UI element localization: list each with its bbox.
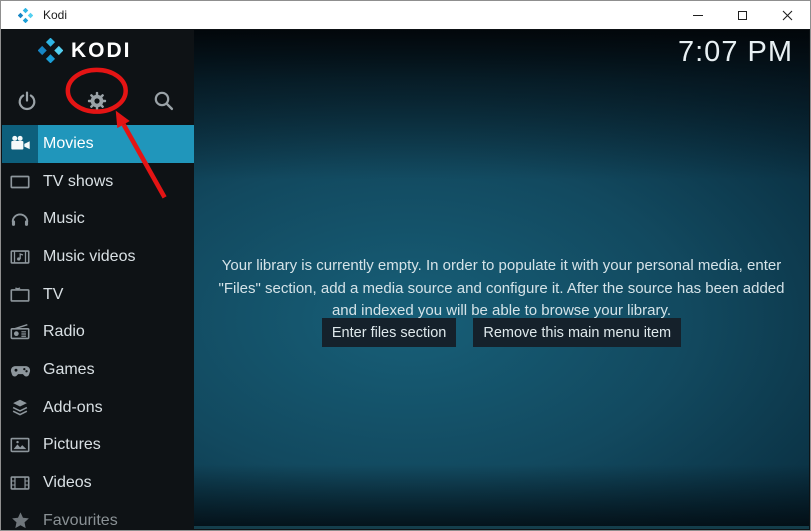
clock: 7:07 PM — [678, 36, 793, 68]
enter-files-section-button[interactable]: Enter files section — [321, 318, 457, 347]
message-line: "Files" section, add a media source and … — [218, 279, 785, 297]
window-title: Kodi — [43, 8, 68, 22]
minimize-button[interactable] — [675, 1, 720, 29]
remove-menu-item-button[interactable]: Remove this main menu item — [473, 318, 682, 347]
sidebar-item-add-ons[interactable]: Add-ons — [2, 389, 194, 427]
kodi-logo-icon — [18, 7, 33, 23]
sidebar-item-label: TV — [43, 285, 64, 303]
sidebar-item-label: Videos — [43, 474, 92, 492]
music-film-icon — [2, 238, 38, 276]
package-icon — [2, 389, 38, 427]
tv-icon — [2, 276, 38, 314]
sidebar-item-movies[interactable]: Movies — [2, 125, 194, 163]
sidebar-item-favourites[interactable]: Favourites — [2, 502, 194, 529]
sidebar-item-label: TV shows — [43, 172, 114, 190]
sidebar-item-tv[interactable]: TV — [2, 276, 194, 314]
sidebar-item-label: Favourites — [43, 511, 118, 529]
power-icon — [18, 90, 36, 110]
bottom-fade-strip — [194, 526, 809, 529]
sidebar-item-label: Games — [43, 360, 95, 378]
close-icon — [782, 10, 793, 20]
sidebar-item-tv-shows[interactable]: TV shows — [2, 163, 194, 201]
search-button[interactable] — [152, 89, 176, 113]
headphones-icon — [2, 200, 38, 238]
sidebar-item-videos[interactable]: Videos — [2, 464, 194, 502]
radio-icon — [2, 313, 38, 351]
monitor-icon — [2, 163, 38, 201]
gamepad-icon — [2, 351, 38, 389]
message-line: Your library is currently empty. In orde… — [221, 257, 782, 274]
sidebar-item-label: Radio — [43, 323, 85, 341]
close-button[interactable] — [765, 1, 810, 29]
empty-library-message: Your library is currently empty. In orde… — [194, 255, 809, 323]
star-icon — [2, 502, 38, 529]
sidebar-item-label: Music — [43, 210, 85, 228]
quick-actions-bar — [2, 76, 194, 125]
sidebar-item-label: Add-ons — [43, 398, 103, 416]
app-area: KODI Movies TV shows Music Music videos … — [2, 30, 809, 529]
kodi-brand-text: KODI — [71, 38, 132, 62]
window-controls — [675, 1, 810, 29]
gear-icon — [87, 91, 107, 110]
search-icon — [154, 91, 174, 110]
sidebar: KODI Movies TV shows Music Music videos … — [2, 30, 194, 529]
sidebar-item-pictures[interactable]: Pictures — [2, 427, 194, 465]
sidebar-item-radio[interactable]: Radio — [2, 313, 194, 351]
picture-icon — [2, 427, 38, 465]
titlebar: Kodi — [1, 1, 810, 29]
kodi-window: Kodi KODI Movies TV shows Music Music vi… — [0, 0, 811, 531]
main-menu: Movies TV shows Music Music videos TV Ra… — [2, 125, 194, 529]
content-area: 7:07 PM Your library is currently empty.… — [194, 30, 809, 529]
sidebar-item-music-videos[interactable]: Music videos — [2, 238, 194, 276]
sidebar-item-games[interactable]: Games — [2, 351, 194, 389]
maximize-icon — [738, 10, 747, 20]
minimize-icon — [692, 14, 703, 16]
power-button[interactable] — [16, 89, 39, 112]
filmstrip-icon — [2, 464, 38, 502]
sidebar-item-music[interactable]: Music — [2, 200, 194, 238]
movie-camera-icon — [2, 125, 38, 163]
action-buttons: Enter files section Remove this main men… — [194, 318, 809, 347]
settings-button[interactable] — [85, 89, 109, 113]
sidebar-item-label: Pictures — [43, 436, 101, 454]
maximize-button[interactable] — [720, 1, 765, 29]
kodi-brand: KODI — [38, 38, 132, 63]
kodi-logo-icon — [38, 38, 63, 63]
sidebar-item-label: Music videos — [43, 247, 136, 265]
sidebar-item-label: Movies — [43, 134, 94, 152]
